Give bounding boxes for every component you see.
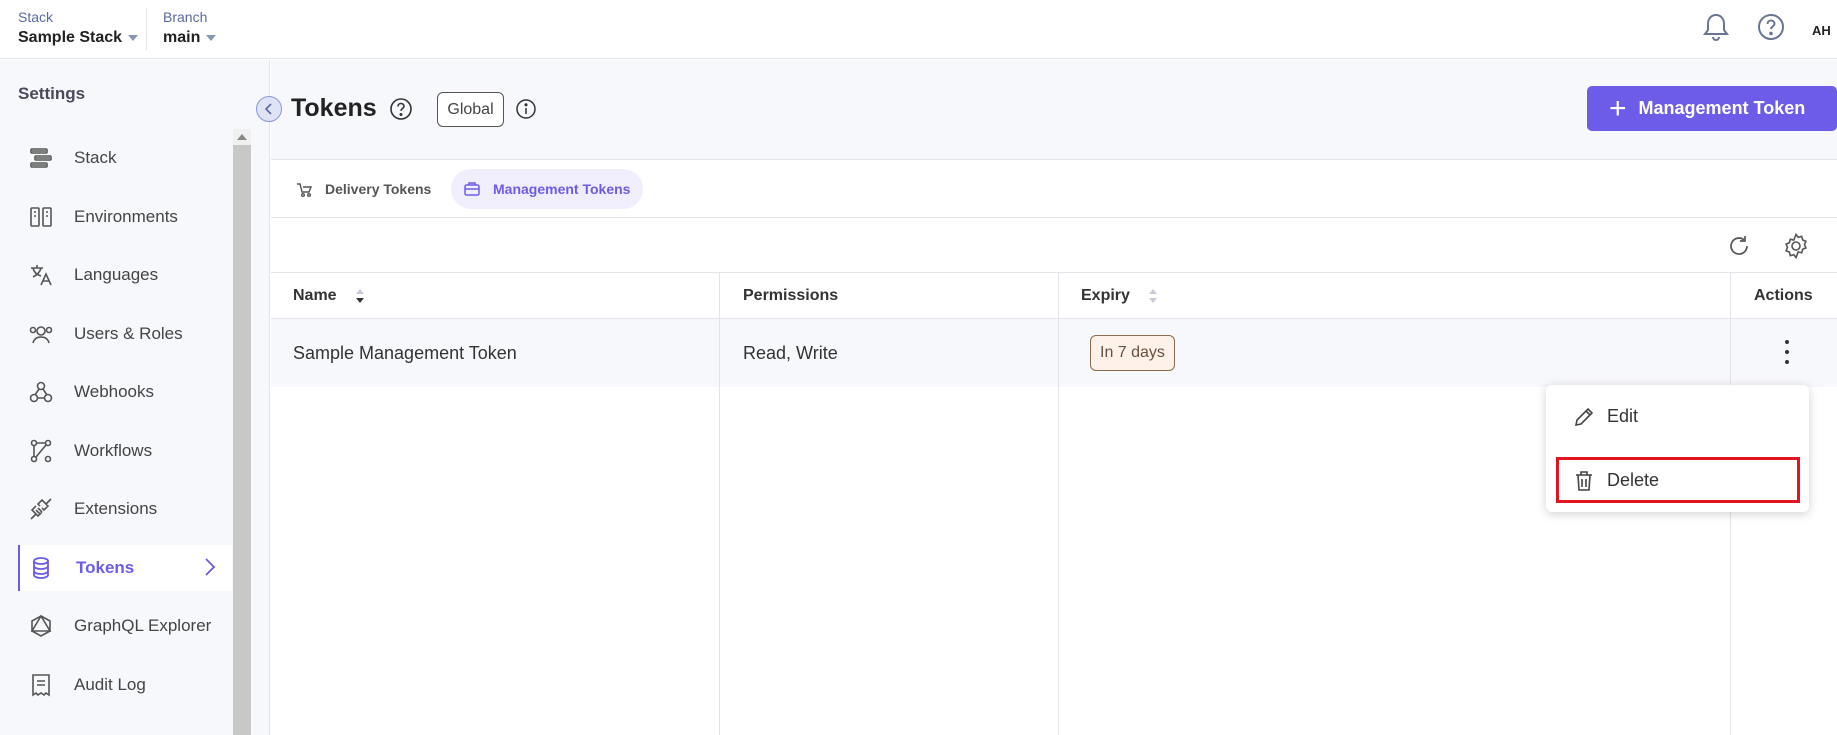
sidebar-item-label: Workflows xyxy=(74,440,153,460)
sidebar-nav: Stack Environments Languages Users & Rol… xyxy=(18,129,232,714)
sidebar-scrollbar[interactable] xyxy=(233,129,251,735)
chevron-right-icon xyxy=(205,557,216,576)
sidebar-item-graphql-explorer[interactable]: GraphQL Explorer xyxy=(18,597,232,656)
chevron-left-icon xyxy=(264,103,272,115)
sidebar-item-languages[interactable]: Languages xyxy=(18,246,232,305)
avatar[interactable]: AH xyxy=(1808,13,1837,47)
sidebar-item-extensions[interactable]: Extensions xyxy=(18,480,232,539)
delivery-icon xyxy=(295,180,313,198)
bell-icon[interactable] xyxy=(1700,11,1732,43)
top-bar: Stack Sample Stack Branch main AH xyxy=(0,0,1837,59)
sidebar-item-label: Extensions xyxy=(74,499,158,519)
trash-icon xyxy=(1576,471,1592,491)
token-permissions-cell: Read, Write xyxy=(743,342,838,363)
column-divider xyxy=(719,273,720,735)
sidebar-item-tokens[interactable]: Tokens xyxy=(18,544,232,591)
column-divider xyxy=(1058,273,1059,735)
more-options-icon[interactable] xyxy=(1782,337,1792,367)
branch-selector-value: main xyxy=(163,29,201,46)
extensions-icon xyxy=(30,498,52,520)
tab-delivery-tokens[interactable]: Delivery Tokens xyxy=(283,169,444,209)
sidebar-item-workflows[interactable]: Workflows xyxy=(18,422,232,481)
sidebar-item-users-roles[interactable]: Users & Roles xyxy=(18,305,232,364)
sidebar-item-label: GraphQL Explorer xyxy=(74,616,212,636)
menu-item-label: Edit xyxy=(1607,405,1639,426)
column-header-permissions: Permissions xyxy=(743,273,838,319)
sidebar-item-label: Webhooks xyxy=(74,382,155,402)
tab-label: Delivery Tokens xyxy=(325,181,432,197)
stack-selector-label: Stack xyxy=(18,9,54,25)
token-tabs: Delivery Tokens Management Tokens xyxy=(271,161,1837,218)
audit-log-icon xyxy=(32,673,50,696)
sidebar-title: Settings xyxy=(18,84,86,103)
sort-icon[interactable] xyxy=(355,288,365,304)
sidebar-item-label: Audit Log xyxy=(74,674,146,694)
sidebar-item-stack[interactable]: Stack xyxy=(18,129,232,188)
pencil-icon xyxy=(1574,407,1594,427)
table-row[interactable]: Sample Management Token Read, Write In 7… xyxy=(271,319,1837,387)
stack-selector[interactable]: Stack Sample Stack xyxy=(18,9,139,47)
sort-icon[interactable] xyxy=(1148,288,1158,304)
branch-selector-label: Branch xyxy=(163,9,208,25)
plus-icon: + xyxy=(1609,91,1627,125)
tab-management-tokens[interactable]: Management Tokens xyxy=(451,169,644,209)
scope-badge: Global xyxy=(437,92,504,127)
stack-selector-value: Sample Stack xyxy=(18,29,123,46)
table-toolbar xyxy=(271,218,1837,273)
info-icon[interactable] xyxy=(515,98,537,120)
token-name-cell[interactable]: Sample Management Token xyxy=(293,319,517,387)
gear-icon[interactable] xyxy=(1782,232,1810,260)
stack-icon xyxy=(30,148,52,168)
webhooks-icon xyxy=(29,381,53,403)
expiry-badge: In 7 days xyxy=(1090,335,1175,371)
add-management-token-label: Management Token xyxy=(1638,98,1806,118)
workflows-icon xyxy=(30,439,52,462)
briefcase-icon xyxy=(463,180,481,198)
column-header-label: Permissions xyxy=(743,287,839,304)
users-icon xyxy=(29,325,53,343)
scroll-up-arrow[interactable] xyxy=(233,129,251,145)
settings-sidebar: Settings Stack Environments Languages Us… xyxy=(0,60,270,735)
caret-down-icon xyxy=(128,34,139,41)
column-header-label: Actions xyxy=(1754,287,1813,304)
column-header-label: Name xyxy=(293,287,337,304)
collapse-sidebar-button[interactable] xyxy=(256,96,282,122)
sidebar-item-label: Users & Roles xyxy=(74,323,183,343)
column-header-expiry[interactable]: Expiry xyxy=(1081,273,1158,319)
page-title: Tokens xyxy=(291,94,377,122)
table-header: Name Permissions Expiry Actions xyxy=(271,273,1837,319)
help-icon[interactable] xyxy=(1755,11,1787,43)
column-header-actions: Actions xyxy=(1754,273,1813,319)
add-management-token-button[interactable]: + Management Token xyxy=(1587,86,1837,131)
languages-icon xyxy=(31,265,52,286)
sidebar-item-label: Languages xyxy=(74,265,159,285)
graphql-icon xyxy=(30,614,52,637)
branch-selector[interactable]: Branch main xyxy=(163,9,217,47)
refresh-icon[interactable] xyxy=(1726,233,1752,259)
database-icon xyxy=(33,556,49,579)
column-header-label: Expiry xyxy=(1081,287,1130,304)
sidebar-item-audit-log[interactable]: Audit Log xyxy=(18,656,232,715)
sidebar-item-environments[interactable]: Environments xyxy=(18,188,232,247)
column-header-name[interactable]: Name xyxy=(293,273,365,319)
caret-down-icon xyxy=(206,34,217,41)
sidebar-item-label: Stack xyxy=(74,148,117,168)
menu-item-label: Delete xyxy=(1607,469,1660,490)
sidebar-item-label: Environments xyxy=(74,206,178,226)
tab-label: Management Tokens xyxy=(493,181,631,197)
sidebar-item-label: Tokens xyxy=(76,557,135,577)
delete-menu-item[interactable]: Delete xyxy=(1556,457,1800,503)
environments-icon xyxy=(30,206,52,227)
sidebar-item-webhooks[interactable]: Webhooks xyxy=(18,363,232,422)
divider xyxy=(146,8,147,50)
edit-menu-item[interactable]: Edit xyxy=(1556,393,1800,439)
help-icon[interactable] xyxy=(389,97,413,121)
row-actions-menu: Edit Delete xyxy=(1546,385,1809,512)
